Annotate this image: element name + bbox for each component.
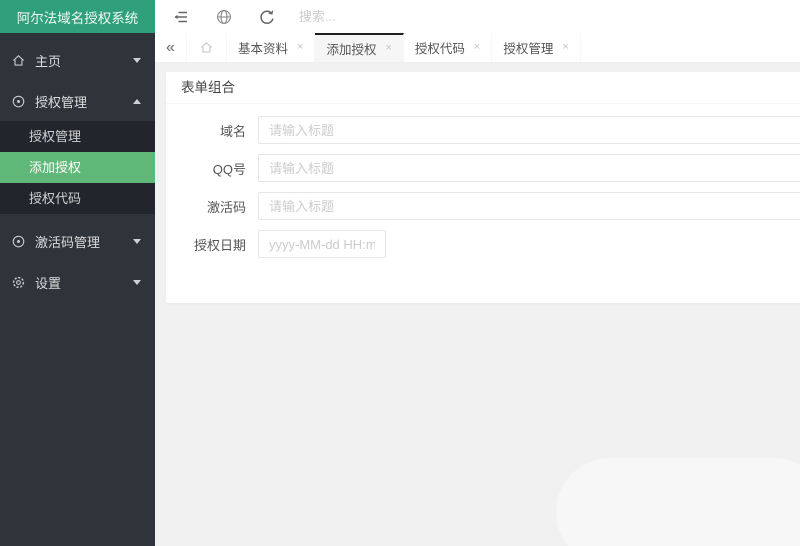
sidebar-submenu: 授权管理 添加授权 授权代码 xyxy=(0,121,155,214)
close-icon[interactable]: × xyxy=(297,42,303,53)
tab-auth-management[interactable]: 授权管理 × xyxy=(492,33,580,62)
sidebar-item-auth-management[interactable]: 授权管理 xyxy=(0,87,155,115)
form-row-auth-date: 授权日期 xyxy=(166,230,800,258)
field-label: 域名 xyxy=(166,121,258,140)
chevron-down-icon xyxy=(133,58,141,63)
field-label: QQ号 xyxy=(166,159,258,178)
field-label: 激活码 xyxy=(166,197,258,216)
card-title: 表单组合 xyxy=(166,72,800,104)
chevron-up-icon xyxy=(133,99,141,104)
chevron-down-icon xyxy=(133,239,141,244)
close-icon[interactable]: × xyxy=(562,42,568,53)
qq-number-field[interactable] xyxy=(258,154,800,182)
sidebar-item-label: 主页 xyxy=(35,51,61,70)
sidebar-item-activation-management[interactable]: 激活码管理 xyxy=(0,227,155,255)
form-row-domain: 域名 xyxy=(166,116,800,144)
sidebar-item-settings[interactable]: 设置 xyxy=(0,268,155,296)
tab-auth-code[interactable]: 授权代码 × xyxy=(404,33,492,62)
tab-label: 添加授权 xyxy=(326,39,376,58)
form-row-activation-code: 激活码 xyxy=(166,192,800,220)
collapse-sidebar-icon[interactable] xyxy=(172,8,190,26)
sidebar-item-home[interactable]: 主页 xyxy=(0,46,155,74)
search-input[interactable] xyxy=(299,9,429,24)
form-row-qq: QQ号 xyxy=(166,154,800,182)
sidebar-subitem-add-auth-active[interactable]: 添加授权 xyxy=(0,152,155,183)
tab-label: 授权管理 xyxy=(503,38,553,57)
refresh-icon[interactable] xyxy=(258,8,276,26)
app-window: 阿尔法域名授权系统 主页 授权管理 授权管理 添加授权 授权代码 xyxy=(0,0,800,546)
app-title: 阿尔法域名授权系统 xyxy=(0,0,155,33)
field-label: 授权日期 xyxy=(166,235,258,254)
background-highlight-shape xyxy=(556,458,800,546)
tab-bar: « 基本资料 × 添加授权 × 授权代码 × 授权管理 × xyxy=(155,33,800,63)
close-icon[interactable]: × xyxy=(385,43,391,54)
tab-label: 基本资料 xyxy=(238,38,288,57)
tab-label: 授权代码 xyxy=(415,38,465,57)
close-icon[interactable]: × xyxy=(474,42,480,53)
main-content: 表单组合 域名 QQ号 激活码 授权日期 xyxy=(155,63,800,546)
form-card: 表单组合 域名 QQ号 激活码 授权日期 xyxy=(166,72,800,303)
form: 域名 QQ号 激活码 授权日期 xyxy=(166,104,800,303)
language-globe-icon[interactable] xyxy=(215,8,233,26)
top-toolbar xyxy=(155,0,800,33)
home-icon xyxy=(11,53,26,68)
tabs-scroll-left-icon[interactable]: « xyxy=(155,33,187,62)
sidebar: 阿尔法域名授权系统 主页 授权管理 授权管理 添加授权 授权代码 xyxy=(0,0,155,546)
activation-code-field[interactable] xyxy=(258,192,800,220)
sidebar-subitem-auth-code[interactable]: 授权代码 xyxy=(0,183,155,214)
auth-date-field[interactable] xyxy=(258,230,386,258)
home-tab-icon[interactable] xyxy=(187,33,227,62)
domain-field[interactable] xyxy=(258,116,800,144)
tab-basic-info[interactable]: 基本资料 × xyxy=(227,33,315,62)
sidebar-item-label: 授权管理 xyxy=(35,92,87,111)
settings-gear-icon xyxy=(11,275,26,290)
sidebar-item-label: 激活码管理 xyxy=(35,232,100,251)
sidebar-item-label: 设置 xyxy=(35,273,61,292)
authorize-icon xyxy=(11,94,26,109)
chevron-down-icon xyxy=(133,280,141,285)
sidebar-subitem-auth-management[interactable]: 授权管理 xyxy=(0,121,155,152)
activation-icon xyxy=(11,234,26,249)
tab-add-auth-active[interactable]: 添加授权 × xyxy=(315,33,403,62)
